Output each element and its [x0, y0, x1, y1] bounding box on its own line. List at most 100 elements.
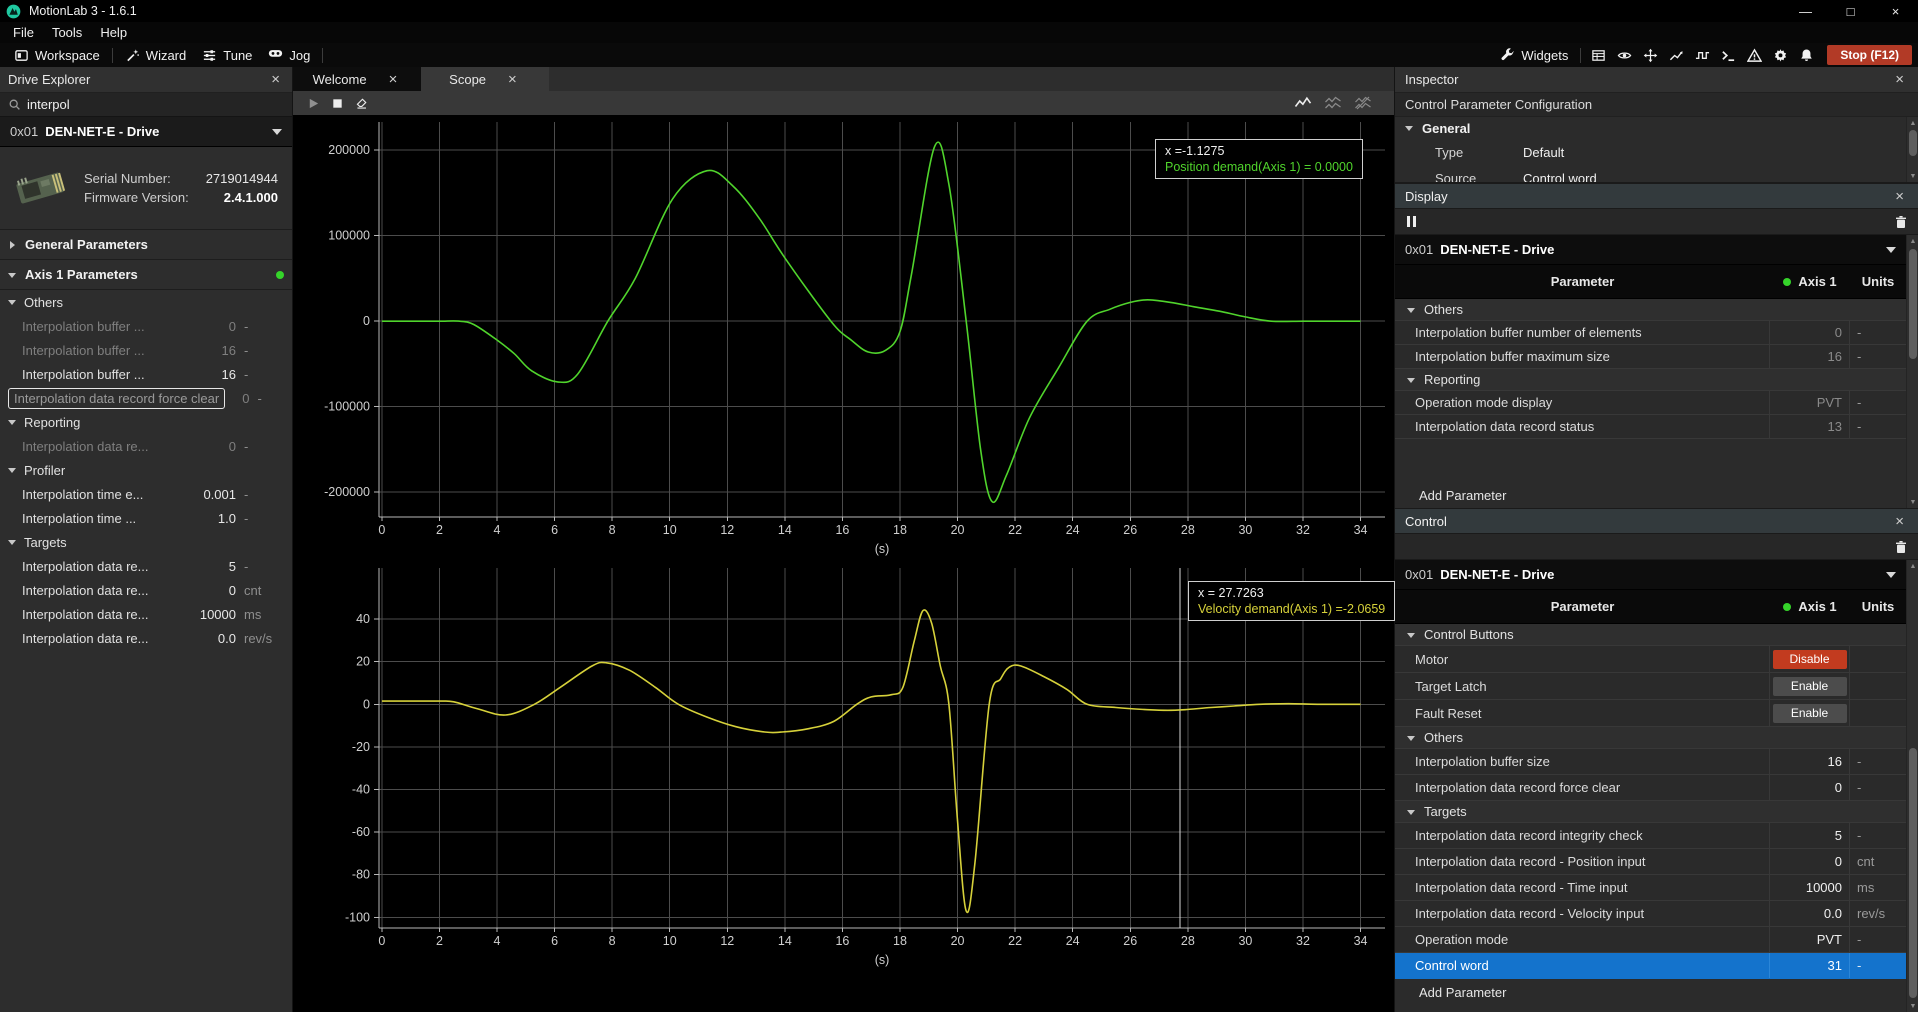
general-scrollbar[interactable]: ▲ ▼ [1906, 117, 1918, 182]
close-icon[interactable]: × [385, 72, 402, 87]
table-row-interpolation-data-record-velocity-input[interactable]: Interpolation data record - Velocity inp… [1395, 901, 1906, 927]
tree-param-row[interactable]: Interpolation data re...10000ms [0, 602, 292, 626]
type-row[interactable]: Type Default [1395, 139, 1918, 165]
table-row-interpolation-data-record-time-input[interactable]: Interpolation data record - Time input10… [1395, 875, 1906, 901]
stop-capture-button[interactable] [325, 91, 349, 115]
chart-button[interactable] [1663, 43, 1689, 67]
scrollbar-thumb[interactable] [1909, 748, 1917, 998]
scrollbar-thumb[interactable] [1909, 130, 1917, 156]
tree-param-row[interactable]: Interpolation time ...1.0- [0, 506, 292, 530]
close-button[interactable]: × [1873, 0, 1918, 22]
trash-button[interactable] [1894, 215, 1908, 229]
tune-button[interactable]: Tune [194, 43, 260, 67]
minimize-button[interactable]: — [1783, 0, 1828, 22]
table-row-target-latch[interactable]: Target LatchEnable [1395, 673, 1906, 700]
tree-param-row[interactable]: Interpolation buffer ...16- [0, 338, 292, 362]
merged-signals-view-button[interactable] [1348, 96, 1378, 110]
device-selector[interactable]: 0x01DEN-NET-E - Drive [1395, 235, 1906, 265]
widgets-button[interactable]: Widgets [1492, 43, 1576, 67]
bell-button[interactable] [1793, 43, 1819, 67]
scroll-down-icon[interactable]: ▼ [1907, 1000, 1918, 1012]
table-row-interpolation-data-record-integrity-check[interactable]: Interpolation data record integrity chec… [1395, 823, 1906, 849]
workspace-button[interactable]: Workspace [6, 43, 108, 67]
table-row-interpolation-data-record-position-input[interactable]: Interpolation data record - Position inp… [1395, 849, 1906, 875]
tab-scope[interactable]: Scope× [421, 67, 549, 91]
clear-button[interactable] [349, 91, 373, 115]
table-row-interpolation-buffer-size[interactable]: Interpolation buffer size16- [1395, 749, 1906, 775]
scroll-up-icon[interactable]: ▲ [1907, 235, 1918, 247]
table-row-control-word[interactable]: Control word31- [1395, 953, 1906, 979]
scrollbar-thumb[interactable] [1909, 249, 1917, 359]
gear-button[interactable] [1767, 43, 1793, 67]
table-group-others[interactable]: Others [1395, 727, 1906, 749]
table-row-operation-mode-display[interactable]: Operation mode displayPVT- [1395, 391, 1906, 415]
position-demand-chart[interactable]: 0246810121416182022242628303234200000100… [293, 115, 1394, 563]
close-icon[interactable]: × [1891, 189, 1908, 204]
scroll-down-icon[interactable]: ▼ [1907, 496, 1918, 508]
scroll-down-icon[interactable]: ▼ [1907, 170, 1918, 182]
general-section-header[interactable]: General [1395, 117, 1918, 139]
pause-button[interactable] [1407, 216, 1416, 227]
tree-group-others[interactable]: Others [0, 290, 292, 314]
table-row-fault-reset[interactable]: Fault ResetEnable [1395, 700, 1906, 727]
tree-param-row[interactable]: Interpolation time e...0.001- [0, 482, 292, 506]
search-input[interactable] [27, 97, 247, 112]
maximize-button[interactable]: □ [1828, 0, 1873, 22]
play-button[interactable] [301, 91, 325, 115]
table-row-interpolation-buffer-number-of-elements[interactable]: Interpolation buffer number of elements0… [1395, 321, 1906, 345]
stacked-signals-view-button[interactable] [1318, 96, 1348, 110]
menu-item-help[interactable]: Help [91, 23, 136, 42]
menu-item-tools[interactable]: Tools [43, 23, 91, 42]
trash-button[interactable] [1894, 540, 1908, 554]
tree-param-row[interactable]: Interpolation data re...0.0rev/s [0, 626, 292, 650]
scroll-up-icon[interactable]: ▲ [1907, 117, 1918, 129]
scroll-up-icon[interactable]: ▲ [1907, 560, 1918, 572]
tree-param-row[interactable]: Interpolation data re...5- [0, 554, 292, 578]
sidebar-section-general-parameters[interactable]: General Parameters [0, 229, 292, 259]
source-row[interactable]: Source Control word [1395, 165, 1918, 183]
disable-button[interactable]: Disable [1773, 650, 1847, 669]
widget-panels-button[interactable] [1585, 43, 1611, 67]
tab-welcome[interactable]: Welcome× [293, 67, 421, 91]
table-group-control-buttons[interactable]: Control Buttons [1395, 624, 1906, 646]
tree-param-row[interactable]: Interpolation buffer ...0- [0, 314, 292, 338]
velocity-demand-chart[interactable]: 024681012141618202224262830323440200-20-… [293, 563, 1394, 1012]
terminal-button[interactable] [1715, 43, 1741, 67]
tree-group-targets[interactable]: Targets [0, 530, 292, 554]
signal-wave-button[interactable] [1689, 43, 1715, 67]
stop-button[interactable]: Stop (F12) [1827, 45, 1912, 65]
close-icon[interactable]: × [1891, 514, 1908, 529]
close-icon[interactable]: × [1891, 72, 1908, 87]
sidebar-section-axis-1-parameters[interactable]: Axis 1 Parameters [0, 259, 292, 289]
add-parameter-button[interactable]: Add Parameter [1395, 979, 1906, 1005]
tree-param-row[interactable]: Interpolation data re...0- [0, 434, 292, 458]
add-parameter-button[interactable]: Add Parameter [1395, 482, 1906, 508]
move-button[interactable] [1637, 43, 1663, 67]
menu-item-file[interactable]: File [4, 23, 43, 42]
enable-button[interactable]: Enable [1773, 677, 1847, 696]
device-selector[interactable]: 0x01DEN-NET-E - Drive [1395, 560, 1906, 590]
single-signal-view-button[interactable] [1288, 96, 1318, 110]
tree-group-profiler[interactable]: Profiler [0, 458, 292, 482]
warning-button[interactable] [1741, 43, 1767, 67]
table-row-interpolation-data-record-status[interactable]: Interpolation data record status13- [1395, 415, 1906, 439]
table-scrollbar[interactable]: ▲▼ [1906, 235, 1918, 508]
table-row-motor[interactable]: MotorDisable [1395, 646, 1906, 673]
table-group-reporting[interactable]: Reporting [1395, 369, 1906, 391]
table-group-others[interactable]: Others [1395, 299, 1906, 321]
tree-param-row[interactable]: Interpolation data re...0cnt [0, 578, 292, 602]
device-selector[interactable]: 0x01 DEN-NET-E - Drive [0, 117, 292, 147]
tree-param-row[interactable]: Interpolation data record force clear0- [0, 386, 292, 410]
enable-button[interactable]: Enable [1773, 704, 1847, 723]
table-group-targets[interactable]: Targets [1395, 801, 1906, 823]
wizard-button[interactable]: Wizard [117, 43, 194, 67]
table-scrollbar[interactable]: ▲▼ [1906, 560, 1918, 1012]
close-icon[interactable]: × [504, 72, 521, 87]
close-icon[interactable]: × [267, 72, 284, 87]
tree-param-row[interactable]: Interpolation buffer ...16- [0, 362, 292, 386]
visibility-button[interactable] [1611, 43, 1637, 67]
jog-button[interactable]: Jog [260, 43, 318, 67]
table-row-interpolation-buffer-maximum-size[interactable]: Interpolation buffer maximum size16- [1395, 345, 1906, 369]
tree-group-reporting[interactable]: Reporting [0, 410, 292, 434]
table-row-interpolation-data-record-force-clear[interactable]: Interpolation data record force clear0- [1395, 775, 1906, 801]
